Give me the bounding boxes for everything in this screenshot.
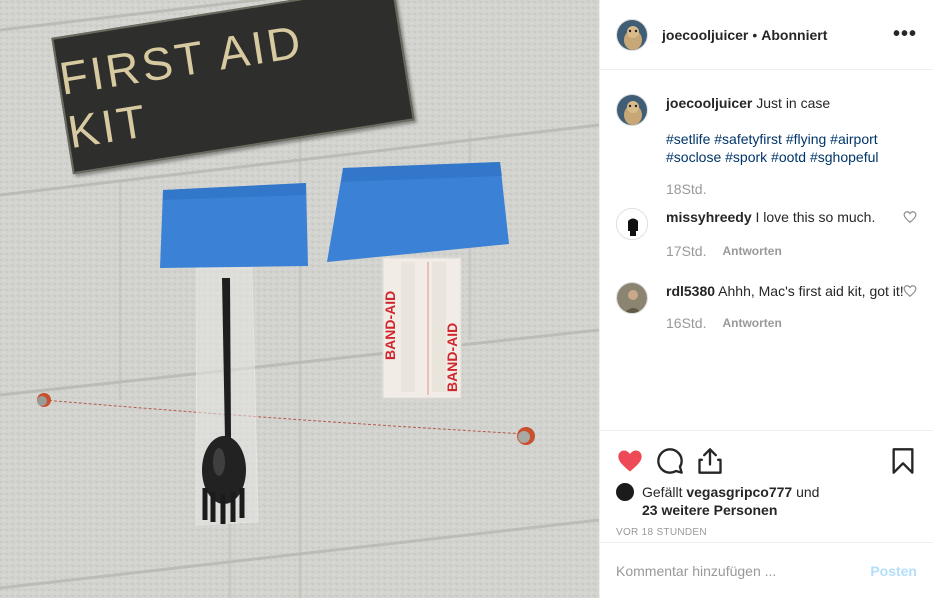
comment-item: rdl5380 Ahhh, Mac's first aid kit, got i… bbox=[616, 282, 917, 332]
post-photo[interactable]: BAND-AID BAND-AID FIRST AID KIT bbox=[0, 0, 599, 598]
separator-dot: • bbox=[752, 26, 758, 43]
heart-outline-icon[interactable] bbox=[903, 284, 917, 298]
bandaid-label-1: BAND-AID bbox=[382, 291, 398, 360]
caption-hashtags[interactable]: #setlife #safetyfirst #flying #airport #… bbox=[666, 130, 917, 166]
bookmark-icon[interactable] bbox=[889, 447, 917, 475]
post-actions: Gefällt vegasgripco777 und 23 weitere Pe… bbox=[600, 430, 933, 542]
post-side-panel: joecooljuicer • Abonniert ••• joecooljui… bbox=[599, 0, 933, 598]
comment-username[interactable]: rdl5380 bbox=[666, 283, 715, 299]
comment-icon[interactable] bbox=[656, 447, 684, 475]
author-username[interactable]: joecooljuicer bbox=[662, 27, 748, 43]
post-timestamp[interactable]: VOR 18 STUNDEN bbox=[616, 527, 917, 538]
liker-avatar[interactable] bbox=[616, 483, 634, 501]
caption-avatar[interactable] bbox=[616, 94, 648, 126]
person-avatar-icon bbox=[617, 283, 647, 313]
likes-summary: Gefällt vegasgripco777 und 23 weitere Pe… bbox=[616, 483, 917, 519]
comment-time[interactable]: 16Std. bbox=[666, 314, 706, 332]
follow-status-button[interactable]: Abonniert bbox=[761, 27, 827, 43]
caption-time[interactable]: 18Std. bbox=[666, 180, 706, 198]
dog-avatar-icon bbox=[617, 19, 647, 50]
author-avatar[interactable] bbox=[616, 18, 648, 51]
bandaid-label-2: BAND-AID bbox=[444, 323, 460, 392]
post-header: joecooljuicer • Abonniert ••• bbox=[600, 0, 933, 70]
comment-item: missyhreedy I love this so much. 17Std. … bbox=[616, 208, 917, 260]
comment-text: I love this so much. bbox=[755, 209, 876, 225]
likes-prefix: Gefällt bbox=[642, 484, 683, 500]
more-horizontal-icon[interactable]: ••• bbox=[893, 23, 917, 46]
reply-button[interactable]: Antworten bbox=[722, 242, 781, 260]
caption-username[interactable]: joecooljuicer bbox=[666, 95, 752, 111]
likes-joiner: und bbox=[796, 484, 820, 500]
commenter-avatar[interactable] bbox=[616, 208, 648, 240]
fist-avatar-icon bbox=[617, 209, 647, 239]
post-comment-button[interactable]: Posten bbox=[870, 563, 917, 579]
dog-avatar-icon bbox=[617, 95, 647, 125]
caption-text: Just in case bbox=[756, 95, 831, 111]
heart-outline-icon[interactable] bbox=[903, 210, 917, 224]
comment-text: Ahhh, Mac's first aid kit, got it! bbox=[718, 283, 904, 299]
heart-filled-icon[interactable] bbox=[616, 447, 644, 475]
reply-button[interactable]: Antworten bbox=[722, 314, 781, 332]
liker-username[interactable]: vegasgripco777 bbox=[686, 484, 792, 500]
share-icon[interactable] bbox=[696, 447, 724, 475]
comment-time[interactable]: 17Std. bbox=[666, 242, 706, 260]
instagram-post: BAND-AID BAND-AID FIRST AID KIT joecoolj… bbox=[0, 0, 933, 598]
comment-input[interactable] bbox=[616, 562, 871, 579]
add-comment-bar: Posten bbox=[600, 542, 933, 598]
comment-username[interactable]: missyhreedy bbox=[666, 209, 752, 225]
comments-list: joecooljuicer Just in case #setlife #saf… bbox=[600, 70, 933, 430]
commenter-avatar[interactable] bbox=[616, 282, 648, 314]
caption: joecooljuicer Just in case #setlife #saf… bbox=[616, 94, 917, 198]
likes-others-link[interactable]: 23 weitere Personen bbox=[642, 502, 777, 518]
